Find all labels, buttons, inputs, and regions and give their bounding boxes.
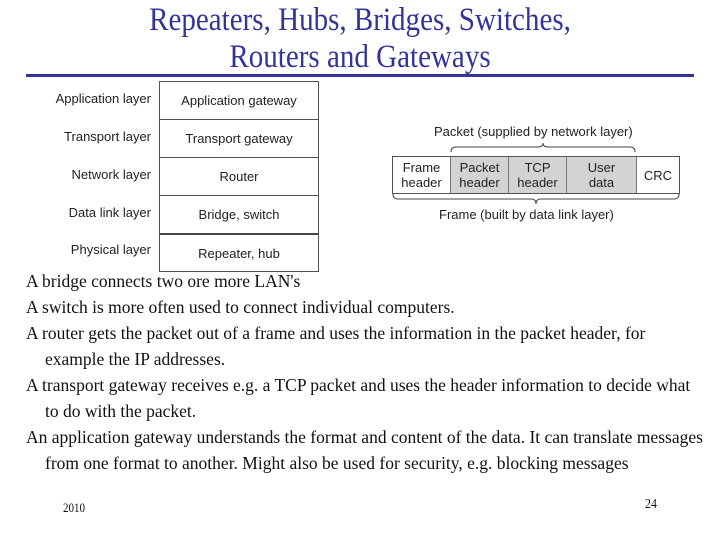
frame-cell-frame-header: Frame header: [393, 157, 451, 193]
layer-label-network: Network layer: [71, 167, 151, 182]
packet-header-line1: Packet: [459, 160, 500, 175]
frame-header-line2: header: [401, 175, 442, 190]
paragraph-application-gateway: An application gateway understands the f…: [26, 427, 703, 473]
device-cell-bridge-switch: Bridge, switch: [160, 195, 318, 233]
body-text: A bridge connects two ore more LAN's A s…: [26, 268, 706, 476]
paragraph-switch: A switch is more often used to connect i…: [26, 297, 455, 317]
frame-cell-tcp-header: TCP header: [509, 157, 567, 193]
packet-header-line2: header: [459, 175, 500, 190]
frame-brace: [392, 193, 680, 205]
frame-header-line1: Frame: [402, 160, 441, 175]
device-cell-repeater-hub: Repeater, hub: [160, 233, 318, 271]
device-cell-application-gateway: Application gateway: [160, 81, 318, 119]
tcp-header-line1: TCP: [524, 160, 551, 175]
packet-brace-label: Packet (supplied by network layer): [434, 124, 633, 139]
user-data-line1: User: [587, 160, 616, 175]
frame-box: Frame header Packet header TCP header User d…: [392, 156, 680, 194]
paragraph-transport-gateway: A transport gateway receives e.g. a TCP …: [26, 375, 691, 421]
layer-label-data-link: Data link layer: [68, 205, 151, 220]
title-underline-rule: [26, 74, 694, 77]
layer-label-physical: Physical layer: [70, 242, 151, 257]
footer-year: 2010: [62, 500, 86, 515]
device-cell-router: Router: [160, 157, 318, 195]
frame-cell-crc: CRC: [643, 167, 673, 183]
device-table: Application gateway Transport gateway Ro…: [159, 81, 319, 272]
layer-label-transport: Transport layer: [64, 129, 151, 144]
user-data-line2: data: [588, 175, 615, 190]
paragraph-bridge: A bridge connects two ore more LAN's: [26, 271, 301, 291]
layer-label-application: Application layer: [55, 91, 151, 106]
page-number: 24: [645, 497, 657, 512]
paragraph-router: A router gets the packet out of a frame …: [26, 323, 646, 369]
slide-title-line-1: Repeaters, Hubs, Bridges, Switches,: [149, 2, 571, 38]
frame-brace-label: Frame (built by data link layer): [439, 207, 614, 222]
frame-cell-user-data: User data: [567, 157, 637, 193]
device-cell-transport-gateway: Transport gateway: [160, 119, 318, 157]
packet-brace: [450, 142, 636, 153]
tcp-header-line2: header: [517, 175, 558, 190]
slide-title-line-2: Routers and Gateways: [229, 39, 491, 75]
frame-cell-packet-header: Packet header: [451, 157, 509, 193]
